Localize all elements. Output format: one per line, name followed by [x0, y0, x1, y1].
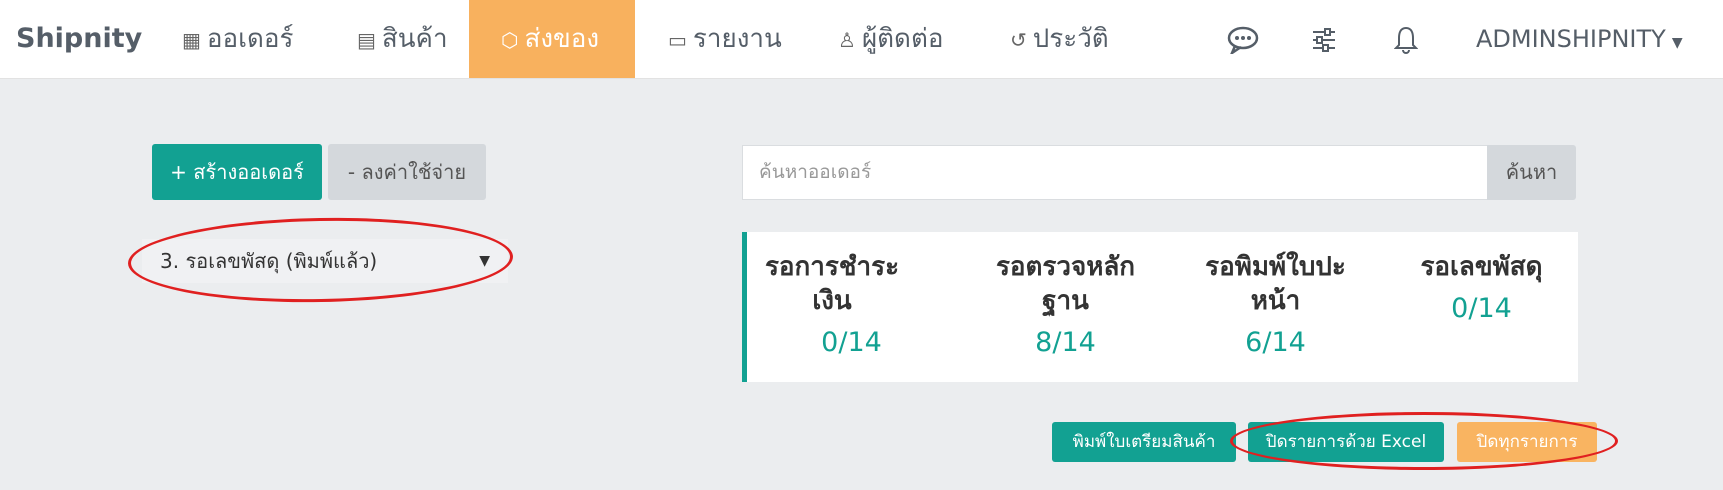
user-icon: ♙ — [838, 28, 856, 52]
stat-value: 8/14 — [1035, 327, 1096, 358]
nav-shipping-label: ส่งของ — [524, 24, 600, 54]
stat-value: 0/14 — [1451, 293, 1512, 324]
nav-contacts-label: ผู้ติดต่อ — [861, 24, 944, 54]
box-icon: ⬡ — [501, 28, 519, 52]
chat-icon[interactable] — [1223, 0, 1263, 78]
nav-products[interactable]: ▤ สินค้า — [357, 0, 448, 78]
stat-awaiting-label-print[interactable]: รอพิมพ์ใบปะหน้า 6/14 — [1171, 232, 1380, 360]
status-summary-panel: รอการชำระเงิน 0/14 รอตรวจหลักฐาน 8/14 รอ… — [742, 232, 1578, 382]
close-with-excel-button[interactable]: ปิดรายการด้วย Excel — [1248, 422, 1444, 462]
nav-reports-label: รายงาน — [692, 24, 782, 54]
close-all-button[interactable]: ปิดทุกรายการ — [1457, 422, 1597, 462]
nav-shipping[interactable]: ⬡ ส่งของ — [469, 0, 635, 78]
store-icon: ▦ — [182, 28, 201, 52]
stat-title: รอตรวจหลักฐาน — [995, 252, 1136, 316]
dropdown-arrow-icon: ▼ — [479, 253, 490, 269]
user-menu[interactable]: ADMINSHIPNITY ▼ — [1476, 0, 1683, 78]
nav-orders-label: ออเดอร์ — [206, 24, 294, 54]
nav-reports[interactable]: ▭ รายงาน — [668, 0, 782, 78]
record-expense-button[interactable]: - ลงค่าใช้จ่าย — [328, 144, 486, 200]
brand-logo[interactable]: Shipnity — [16, 0, 142, 78]
print-prep-sheet-button[interactable]: พิมพ์ใบเตรียมสินค้า — [1052, 422, 1236, 462]
nav-history-label: ประวัติ — [1032, 24, 1109, 54]
chevron-down-icon: ▼ — [1671, 35, 1683, 51]
stat-title: รอการชำระเงิน — [764, 252, 900, 316]
status-filter-select[interactable]: 3. รอเลขพัสดุ (พิมพ์แล้ว) ▼ — [142, 239, 508, 283]
stat-value: 0/14 — [821, 327, 882, 358]
top-navbar: Shipnity ▦ ออเดอร์ ▤ สินค้า ⬡ ส่งของ ▭ รายงา… — [0, 0, 1723, 79]
stat-awaiting-verification[interactable]: รอตรวจหลักฐาน 8/14 — [961, 232, 1170, 360]
nav-history[interactable]: ↺ ประวัติ — [1010, 0, 1109, 78]
bell-icon[interactable] — [1386, 0, 1426, 78]
stat-value: 6/14 — [1245, 327, 1306, 358]
sliders-icon[interactable] — [1304, 0, 1344, 78]
stat-awaiting-tracking[interactable]: รอเลขพัสดุ 0/14 — [1377, 232, 1586, 326]
nav-products-label: สินค้า — [381, 24, 448, 54]
nav-orders[interactable]: ▦ ออเดอร์ — [182, 0, 294, 78]
stat-title: รอพิมพ์ใบปะหน้า — [1205, 252, 1346, 316]
stat-awaiting-payment[interactable]: รอการชำระเงิน 0/14 — [747, 232, 956, 360]
search-input[interactable]: ค้นหาออเดอร์ — [742, 145, 1488, 200]
search-button[interactable]: ค้นหา — [1487, 145, 1576, 200]
product-icon: ▤ — [357, 28, 376, 52]
nav-contacts[interactable]: ♙ ผู้ติดต่อ — [838, 0, 943, 78]
username: ADMINSHIPNITY — [1476, 25, 1666, 53]
status-filter-value: 3. รอเลขพัสดุ (พิมพ์แล้ว) — [160, 249, 378, 273]
history-icon: ↺ — [1010, 28, 1027, 52]
create-order-button[interactable]: + สร้างออเดอร์ — [152, 144, 322, 200]
stat-title: รอเลขพัสดุ — [1420, 252, 1543, 282]
report-icon: ▭ — [668, 28, 687, 52]
